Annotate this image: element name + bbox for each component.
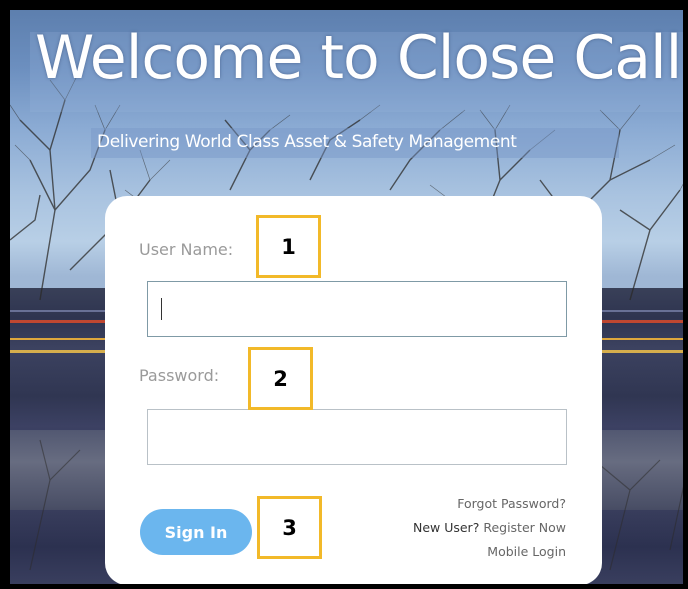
text-cursor: [161, 298, 162, 320]
username-field[interactable]: [147, 281, 567, 337]
page-title: Welcome to Close Call: [35, 23, 682, 93]
login-card: User Name: Password: Sign In Forgot Pass…: [105, 196, 602, 584]
screenshot-frame: Welcome to Close Call Delivering World C…: [0, 0, 688, 589]
sign-in-button[interactable]: Sign In: [140, 509, 252, 555]
auth-links: Forgot Password? New User? Register Now …: [413, 492, 566, 564]
password-label: Password:: [139, 366, 220, 385]
mobile-login-link[interactable]: Mobile Login: [487, 544, 566, 559]
username-label: User Name:: [139, 240, 234, 259]
register-now-link[interactable]: Register Now: [483, 520, 566, 535]
new-user-prompt: New User?: [412, 520, 480, 535]
callout-marker-1: 1: [256, 215, 321, 278]
callout-marker-3: 3: [257, 496, 322, 559]
password-field[interactable]: [147, 409, 567, 465]
forgot-password-link[interactable]: Forgot Password?: [457, 496, 566, 511]
page-subtitle: Delivering World Class Asset & Safety Ma…: [97, 132, 517, 152]
callout-marker-2: 2: [248, 347, 313, 410]
